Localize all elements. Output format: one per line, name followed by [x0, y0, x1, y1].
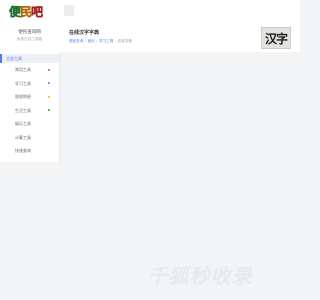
breadcrumb-current: 在线字典 [117, 39, 132, 43]
sidebar-item-fun-tools[interactable]: 娱乐工具 [0, 117, 59, 131]
sidebar-item-label: 快速查询 [15, 148, 31, 153]
sidebar-item-label: 娱乐工具 [15, 121, 31, 126]
watermark-text: 千狐秒收录 [147, 264, 253, 288]
sidebar-item-label: 学习工具 [15, 80, 31, 86]
sidebar-item-label: 税收财经 [15, 94, 31, 99]
sidebar-item-calc-tools[interactable]: 计算工具 [0, 131, 59, 145]
site-title: 便民查询网 [18, 30, 41, 35]
tool-thumbnail-image: 汉字 [261, 27, 291, 49]
logo-text: 便民吧 [9, 4, 49, 21]
nav-list: 常用工具 学习工具 税收财经 生活工具 娱乐工具 计算工具 快速查询 [0, 63, 59, 158]
sidebar-item-common-tools[interactable]: 常用工具 [0, 63, 59, 77]
logo-char-3: 吧 [31, 5, 43, 19]
breadcrumb-link[interactable]: 学习工具 [99, 39, 113, 43]
nav-dot-icon [48, 95, 50, 98]
nav-section-all-tools[interactable]: 全部工具 [0, 54, 59, 63]
nav-dot-icon [48, 109, 50, 112]
top-bar [59, 0, 300, 22]
site-logo[interactable]: 便民吧 [9, 4, 49, 21]
breadcrumb-link[interactable]: 便民查询 [69, 39, 83, 43]
breadcrumb-link[interactable]: 首页 [88, 39, 95, 43]
sidebar-item-label: 生活工具 [15, 107, 31, 113]
nav-dot-icon [48, 82, 50, 85]
sidebar-item-label: 常用工具 [15, 67, 31, 72]
sidebar-item-label: 计算工具 [15, 134, 31, 140]
sidebar-item-study-tools[interactable]: 学习工具 [0, 77, 59, 91]
menu-toggle-button[interactable] [64, 5, 74, 16]
nav-dot-icon [48, 68, 50, 71]
page-header-panel: 在线汉字字典 便民查询 / 首页 / 学习工具 / 在线字典 汉字 [59, 22, 300, 52]
sidebar-item-quick-query[interactable]: 快速查询 [0, 144, 59, 158]
breadcrumb: 便民查询 / 首页 / 学习工具 / 在线字典 [69, 39, 132, 44]
site-subtitle: 免费在线工具箱 [16, 37, 43, 41]
sidebar: 便民吧 便民查询网 免费在线工具箱 全部工具 常用工具 学习工具 税收财经 生活… [0, 0, 59, 162]
sidebar-item-tax-finance[interactable]: 税收财经 [0, 90, 59, 104]
sidebar-item-life-tools[interactable]: 生活工具 [0, 104, 59, 118]
logo-char-1: 便 [9, 5, 21, 19]
page-title: 在线汉字字典 [69, 30, 100, 36]
logo-char-2: 民 [20, 5, 32, 19]
